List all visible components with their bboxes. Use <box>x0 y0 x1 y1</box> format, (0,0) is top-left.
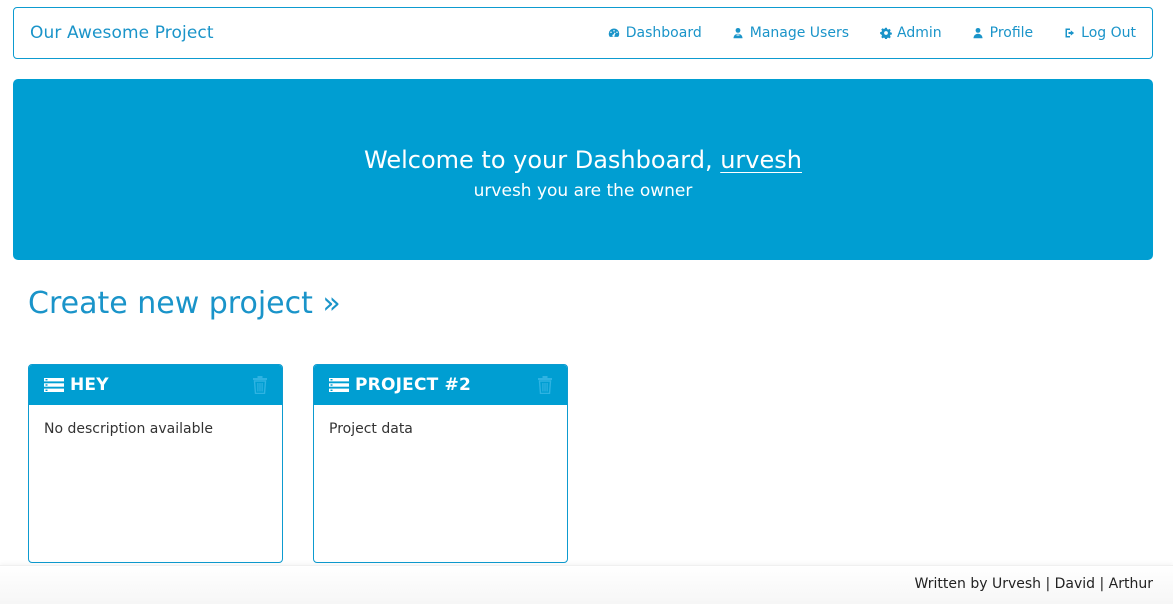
nav-manage-users-label: Manage Users <box>749 25 849 41</box>
users-icon <box>732 27 745 40</box>
project-title: HEY <box>70 375 109 395</box>
nav-logout[interactable]: Log Out <box>1063 25 1136 41</box>
project-card[interactable]: HEY No description available <box>28 364 283 563</box>
user-icon <box>972 27 985 40</box>
nav-links: Dashboard Manage Users Admin Profile Log… <box>578 25 1136 41</box>
nav-profile-label: Profile <box>989 25 1034 41</box>
nav-dashboard-label: Dashboard <box>625 25 702 41</box>
username-link[interactable]: urvesh <box>720 146 802 174</box>
trash-icon[interactable] <box>252 376 268 395</box>
dashboard-icon <box>608 27 621 40</box>
nav-dashboard[interactable]: Dashboard <box>608 25 702 41</box>
nav-logout-label: Log Out <box>1081 25 1136 41</box>
welcome-heading: Welcome to your Dashboard, urvesh <box>13 145 1153 175</box>
nav-manage-users[interactable]: Manage Users <box>732 25 849 41</box>
footer: Written by Urvesh | David | Arthur <box>0 565 1173 604</box>
gear-icon <box>879 27 892 40</box>
welcome-banner: Welcome to your Dashboard, urvesh urvesh… <box>13 79 1153 260</box>
create-project-link[interactable]: Create new project » <box>28 286 341 321</box>
trash-icon[interactable] <box>537 376 553 395</box>
project-description: No description available <box>44 421 213 437</box>
footer-credits: Written by Urvesh | David | Arthur <box>914 576 1153 592</box>
nav-admin-label: Admin <box>897 25 942 41</box>
navbar: Our Awesome Project Dashboard Manage Use… <box>13 7 1153 59</box>
nav-profile[interactable]: Profile <box>972 25 1034 41</box>
project-card-header: PROJECT #2 <box>314 365 567 405</box>
welcome-prefix: Welcome to your Dashboard, <box>364 146 721 174</box>
project-title: PROJECT #2 <box>355 375 472 395</box>
project-card[interactable]: PROJECT #2 Project data <box>313 364 568 563</box>
brand-link[interactable]: Our Awesome Project <box>30 23 214 43</box>
logout-icon <box>1063 27 1076 40</box>
project-card-header: HEY <box>29 365 282 405</box>
owner-line: urvesh you are the owner <box>473 181 693 201</box>
list-icon <box>44 378 64 392</box>
list-icon <box>329 378 349 392</box>
project-description: Project data <box>329 421 413 437</box>
nav-admin[interactable]: Admin <box>879 25 942 41</box>
